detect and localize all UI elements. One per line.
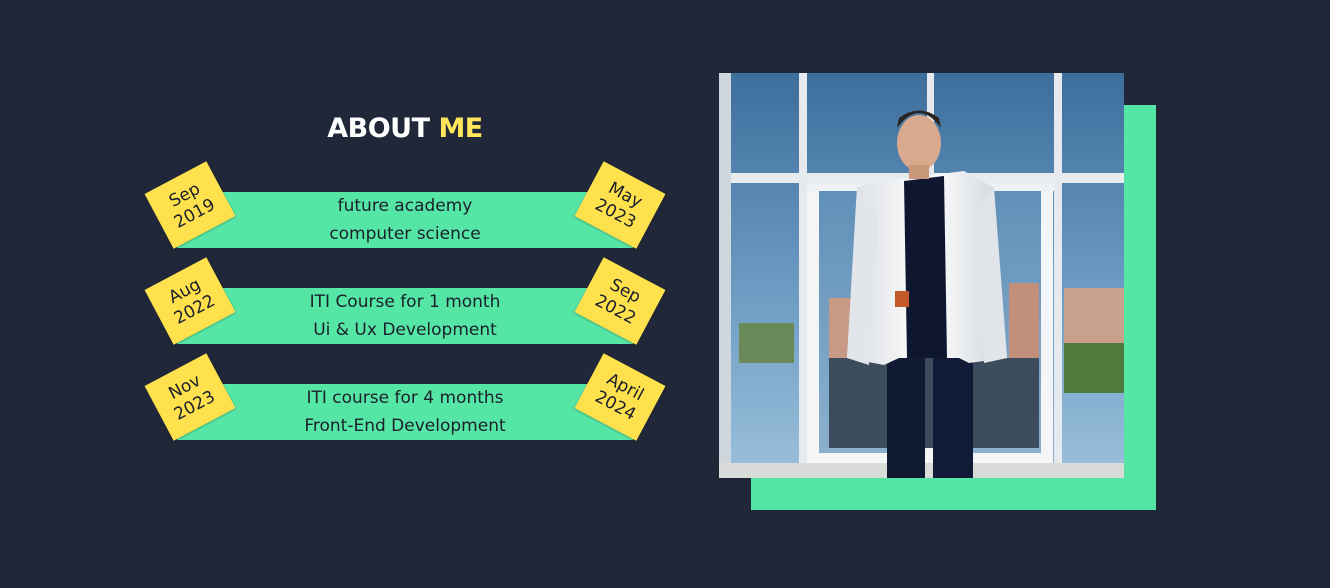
timeline-ribbon: ITI course for 4 months Front-End Develo… <box>177 384 633 440</box>
about-heading-accent: ME <box>438 113 483 144</box>
entry-subject: Ui & Ux Development <box>313 320 497 340</box>
about-heading-main: ABOUT <box>327 113 430 144</box>
profile-photo <box>719 73 1124 478</box>
timeline-entry: ITI Course for 1 month Ui & Ux Developme… <box>144 254 666 345</box>
about-me-heading: ABOUT ME <box>155 113 655 144</box>
entry-institution: future academy <box>337 196 473 216</box>
entry-institution: ITI Course for 1 month <box>309 292 501 312</box>
timeline-entry: ITI course for 4 months Front-End Develo… <box>144 350 666 441</box>
timeline-entry: future academy computer science Sep 2019… <box>144 158 666 249</box>
timeline-ribbon: ITI Course for 1 month Ui & Ux Developme… <box>177 288 633 344</box>
entry-subject: computer science <box>329 224 481 244</box>
timeline-ribbon: future academy computer science <box>177 192 633 248</box>
entry-subject: Front-End Development <box>304 416 506 436</box>
entry-institution: ITI course for 4 months <box>306 388 504 408</box>
